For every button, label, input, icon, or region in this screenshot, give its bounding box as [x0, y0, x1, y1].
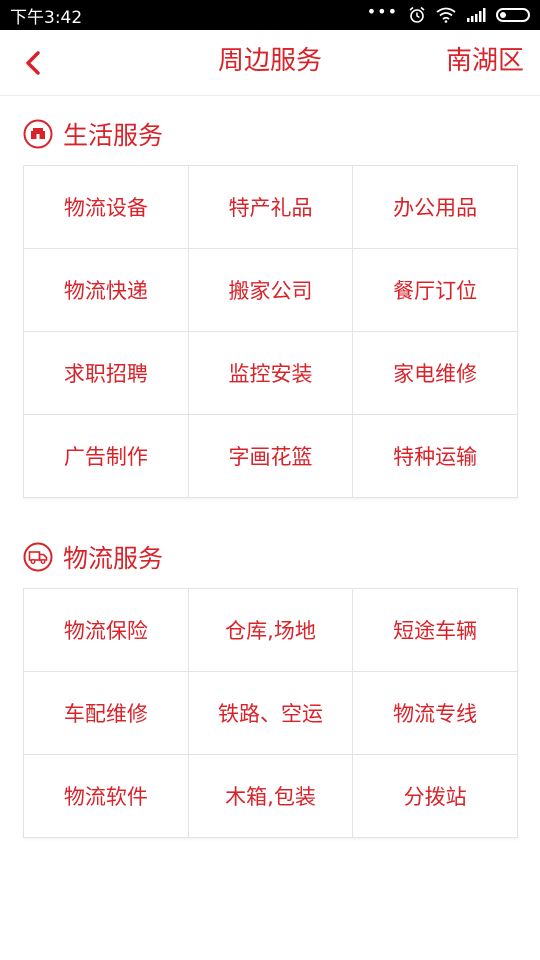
signal-icon	[467, 8, 486, 22]
life-services-grid: 物流设备 特产礼品 办公用品 物流快递 搬家公司 餐厅订位 求职招聘 监控安装 …	[23, 165, 518, 498]
service-item[interactable]: 物流快递	[24, 249, 189, 332]
section-title: 生活服务	[63, 121, 164, 150]
battery-icon	[496, 8, 530, 22]
alarm-icon	[409, 6, 425, 23]
service-item[interactable]: 监控安装	[188, 332, 354, 415]
service-item[interactable]: 铁路、空运	[188, 672, 354, 755]
service-item[interactable]: 办公用品	[353, 166, 518, 249]
section-title: 物流服务	[63, 544, 164, 573]
more-dots-icon: •••	[366, 2, 398, 21]
service-item[interactable]: 物流保险	[24, 589, 189, 672]
service-item[interactable]: 求职招聘	[24, 332, 189, 415]
region-selector[interactable]: 南湖区	[446, 30, 524, 96]
service-item[interactable]: 仓库,场地	[188, 589, 354, 672]
service-item[interactable]: 餐厅订位	[353, 249, 518, 332]
store-icon	[23, 119, 53, 149]
service-item[interactable]: 物流设备	[24, 166, 189, 249]
section-header-logistics-services: 物流服务	[23, 539, 163, 575]
service-item[interactable]: 家电维修	[353, 332, 518, 415]
service-item[interactable]: 物流专线	[353, 672, 518, 755]
service-item[interactable]: 特种运输	[353, 415, 518, 498]
service-item[interactable]: 搬家公司	[188, 249, 354, 332]
logistics-services-grid: 物流保险 仓库,场地 短途车辆 车配维修 铁路、空运 物流专线 物流软件 木箱,…	[23, 588, 518, 838]
service-item[interactable]: 短途车辆	[353, 589, 518, 672]
service-item[interactable]: 分拨站	[353, 755, 518, 838]
truck-icon	[23, 542, 53, 572]
service-item[interactable]: 广告制作	[24, 415, 189, 498]
wifi-icon	[436, 7, 456, 23]
service-item[interactable]: 车配维修	[24, 672, 189, 755]
status-icons: •••	[366, 2, 530, 24]
status-bar: 下午3:42 •••	[0, 0, 540, 30]
service-item[interactable]: 特产礼品	[188, 166, 354, 249]
service-item[interactable]: 木箱,包装	[188, 755, 354, 838]
service-item[interactable]: 物流软件	[24, 755, 189, 838]
status-time: 下午3:42	[10, 7, 83, 28]
service-item[interactable]: 字画花篮	[188, 415, 354, 498]
top-bar: 周边服务 南湖区	[0, 30, 540, 96]
section-header-life-services: 生活服务	[23, 116, 163, 152]
